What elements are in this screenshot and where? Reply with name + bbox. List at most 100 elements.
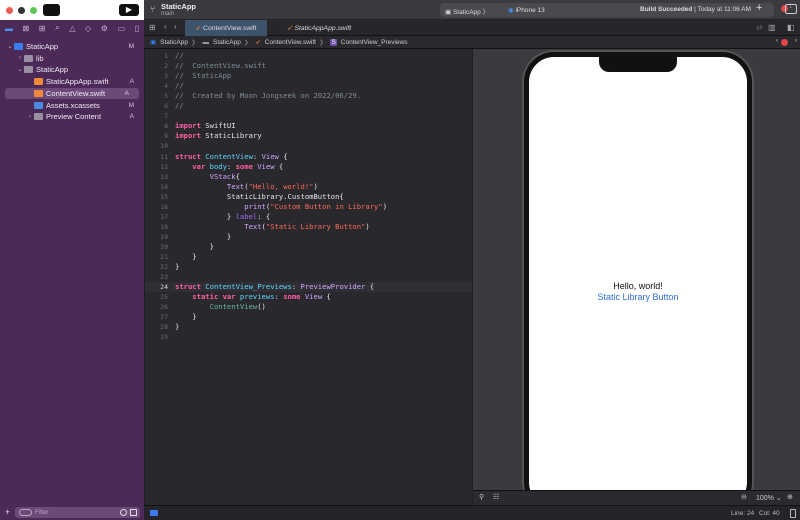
zoom-level[interactable]: 100% ⌄ bbox=[756, 494, 782, 502]
code-line[interactable]: 22} bbox=[145, 262, 472, 272]
code-line[interactable]: 11 struct ContentView: View { bbox=[145, 152, 472, 162]
debug-area-toggle-icon[interactable] bbox=[150, 510, 158, 516]
tab-contentview[interactable]: ➶ ContentView.swift bbox=[185, 20, 267, 36]
close-window-button[interactable] bbox=[6, 7, 13, 14]
code-line[interactable]: 2 // ContentView.swift bbox=[145, 61, 472, 71]
zoom-in-icon[interactable]: ⊕ bbox=[787, 493, 793, 501]
code-line[interactable]: 23 bbox=[145, 272, 472, 282]
code-line[interactable]: 4 // bbox=[145, 81, 472, 91]
code-line[interactable]: 20 } bbox=[145, 242, 472, 252]
code-token: } bbox=[175, 252, 197, 261]
minimize-window-button[interactable] bbox=[18, 7, 25, 14]
jump-item[interactable]: StaticApp bbox=[160, 39, 188, 46]
split-editor-icon[interactable]: ◧ bbox=[787, 23, 795, 32]
struct-icon: S bbox=[330, 38, 337, 46]
jump-bar: ▣ StaticApp 〉 ▬ StaticApp 〉 ➶ ContentView.swi… bbox=[144, 36, 800, 49]
report-icon[interactable]: ▯ bbox=[135, 24, 139, 33]
zoom-window-button[interactable] bbox=[30, 7, 37, 14]
code-line[interactable]: 26 ContentView() bbox=[145, 302, 472, 312]
disclosure-icon[interactable]: › bbox=[26, 114, 34, 120]
pin-icon[interactable]: ⚲ bbox=[479, 493, 484, 501]
navigator-item-label: StaticApp bbox=[26, 42, 59, 51]
code-line[interactable]: 17 } label: { bbox=[145, 212, 472, 222]
preview-library-button[interactable]: Static Library Button bbox=[529, 292, 747, 302]
code-line[interactable]: 29 bbox=[145, 332, 472, 342]
panel-toggle-icon[interactable] bbox=[790, 509, 796, 518]
code-line[interactable]: 3 // StaticApp bbox=[145, 71, 472, 81]
code-text: } bbox=[175, 232, 231, 242]
jump-item[interactable]: ContentView.swift bbox=[265, 39, 316, 46]
add-icon[interactable]: + bbox=[5, 507, 10, 517]
jump-item[interactable]: ContentView_Previews bbox=[341, 39, 408, 46]
disclosure-icon[interactable]: ⌄ bbox=[6, 43, 14, 50]
code-line[interactable]: 28} bbox=[145, 322, 472, 332]
navigator-item[interactable]: ⌄ StaticApp M bbox=[0, 41, 144, 52]
code-line[interactable]: 21 } bbox=[145, 252, 472, 262]
zoom-out-icon[interactable]: ⊖ bbox=[741, 493, 747, 501]
search-icon[interactable]: ⌕ bbox=[55, 23, 59, 33]
code-line[interactable]: 10 bbox=[145, 141, 472, 151]
code-token: { bbox=[322, 292, 331, 302]
source-control-icon[interactable]: ⊠ bbox=[22, 24, 29, 33]
next-issue-icon[interactable]: › bbox=[795, 37, 797, 44]
related-items-icon[interactable]: ⇄ bbox=[756, 23, 763, 32]
folder-icon[interactable]: ▬ bbox=[5, 24, 13, 33]
symbol-icon[interactable]: ⊞ bbox=[39, 24, 46, 33]
code-line[interactable]: 5 // Created by Moon Jongseek on 2022/06/… bbox=[145, 91, 472, 101]
scheme-selector[interactable]: ▣ StaticApp 〉 bbox=[445, 6, 489, 16]
filter-options-icon[interactable] bbox=[19, 509, 32, 516]
recent-files-icon[interactable] bbox=[120, 509, 127, 516]
code-line[interactable]: 7 bbox=[145, 111, 472, 121]
code-line[interactable]: 12 var body: some View { bbox=[145, 162, 472, 172]
code-text: // ContentView.swift bbox=[175, 61, 266, 71]
disclosure-icon[interactable]: › bbox=[16, 55, 24, 61]
run-button[interactable]: ▶ bbox=[119, 4, 139, 16]
code-line[interactable]: 15 StaticLibrary.CustomButton{ bbox=[145, 192, 472, 202]
variants-icon[interactable]: ☷ bbox=[493, 493, 499, 501]
code-line[interactable]: 1 // bbox=[145, 51, 472, 61]
inspector-toggle-icon[interactable] bbox=[785, 4, 797, 14]
navigator-item[interactable]: ContentView.swift A bbox=[5, 87, 139, 99]
grid-icon[interactable]: ⊞ bbox=[149, 23, 156, 32]
navigator-item[interactable]: StaticAppApp.swift A bbox=[0, 76, 144, 87]
code-line[interactable]: 24 struct ContentView_Previews: PreviewPr… bbox=[145, 282, 472, 293]
navigator-item[interactable]: › lib bbox=[0, 53, 144, 64]
code-token: SwiftUI bbox=[200, 121, 236, 131]
code-line[interactable]: 18 Text("Static Library Button") bbox=[145, 222, 472, 232]
code-editor[interactable]: 1 // 2 // ContentView.swift 3 // StaticApp 4 //… bbox=[145, 49, 472, 505]
code-line[interactable]: 8 import SwiftUI bbox=[145, 121, 472, 131]
code-line[interactable]: 13 VStack{ bbox=[145, 172, 472, 182]
navigator-item[interactable]: ⌄ StaticApp bbox=[0, 64, 144, 75]
add-library-icon[interactable]: + bbox=[756, 2, 762, 14]
code-line[interactable]: 27 } bbox=[145, 312, 472, 322]
code-line[interactable]: 19 } bbox=[145, 232, 472, 242]
filter-input[interactable]: Filter bbox=[15, 507, 140, 518]
sidebar-toggle-icon[interactable] bbox=[43, 4, 60, 16]
code-line[interactable]: 16 print("Custom Button in Library") bbox=[145, 202, 472, 212]
code-line[interactable]: 25 static var previews: some View { bbox=[145, 292, 472, 302]
warning-icon[interactable]: △ bbox=[69, 24, 75, 33]
code-line[interactable]: 9 import StaticLibrary bbox=[145, 131, 472, 141]
toolbar: ⑂ StaticApp main ▣ StaticApp 〉 ◉ iPhone … bbox=[144, 0, 800, 20]
code-token: ) bbox=[365, 221, 370, 231]
device-selector[interactable]: ◉ iPhone 13 bbox=[508, 6, 545, 14]
back-icon[interactable]: ‹ bbox=[164, 22, 167, 31]
editor-options-icon[interactable]: ▥ bbox=[768, 23, 776, 32]
disclosure-icon[interactable]: ⌄ bbox=[16, 66, 24, 73]
line-number: 4 bbox=[164, 82, 168, 91]
breakpoint-icon[interactable]: ▭ bbox=[118, 24, 126, 33]
navigator-item[interactable]: › Preview Content A bbox=[0, 111, 144, 122]
jump-item[interactable]: StaticApp bbox=[213, 39, 241, 46]
debug-icon[interactable]: ⚙ bbox=[101, 24, 108, 33]
code-token: ContentView bbox=[175, 302, 258, 312]
code-token: label bbox=[235, 211, 258, 221]
test-icon[interactable]: ◇ bbox=[85, 24, 91, 33]
scm-filter-icon[interactable] bbox=[130, 509, 137, 516]
issue-icon[interactable] bbox=[781, 39, 788, 46]
code-line[interactable]: 6 // bbox=[145, 101, 472, 111]
navigator-item[interactable]: Assets.xcassets M bbox=[0, 100, 144, 111]
tab-staticappapp[interactable]: ➶ StaticAppApp.swift bbox=[269, 20, 369, 36]
previous-issue-icon[interactable]: ‹ bbox=[776, 37, 778, 44]
forward-icon[interactable]: › bbox=[174, 22, 177, 31]
code-line[interactable]: 14 Text("Hello, world!") bbox=[145, 182, 472, 192]
